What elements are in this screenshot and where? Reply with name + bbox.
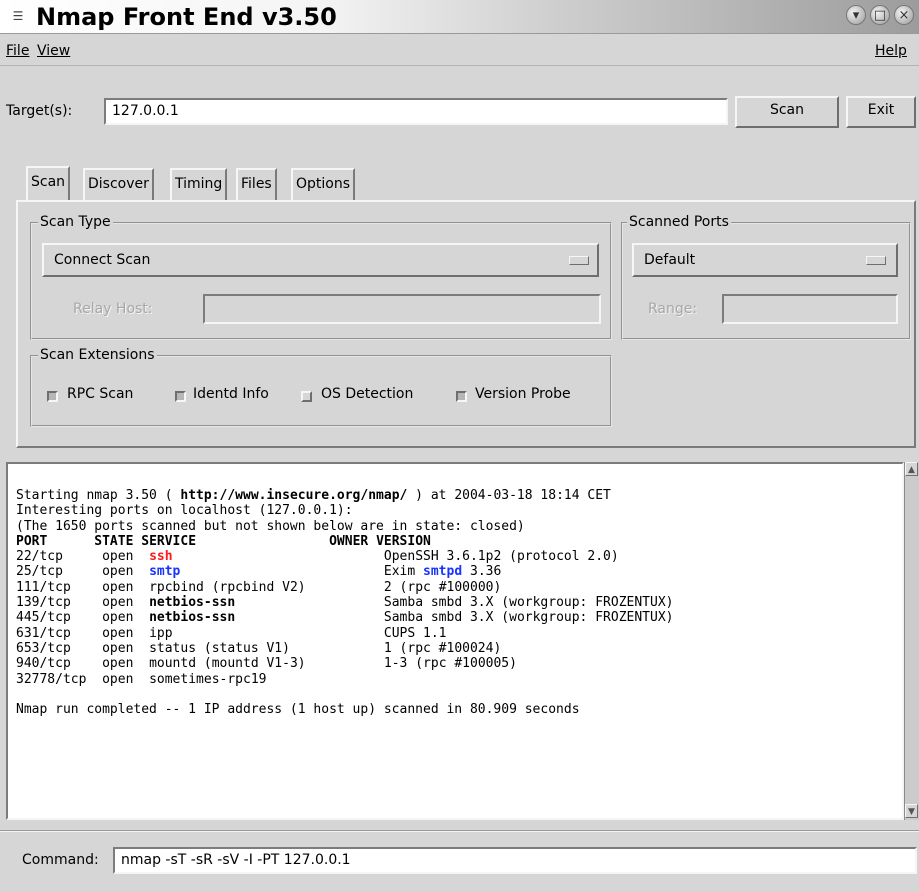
relay-host-label: Relay Host: [73,301,153,317]
port-row-25: 25/tcp open smtp Exim smtpd 3.36 [16,564,502,580]
port-row-22: 22/tcp open ssh OpenSSH 3.6.1p2 (protoco… [16,549,619,565]
tab-files[interactable]: Files [236,168,277,201]
target-label: Target(s): [6,103,73,119]
port-row-631: 631/tcp open ipp CUPS 1.1 [16,625,447,641]
output-area[interactable]: Starting nmap 3.50 ( http://www.insecure… [6,462,904,820]
output-interesting-line: Interesting ports on localhost (127.0.0.… [16,503,353,519]
scanned-ports-value: Default [644,252,696,268]
title-bar[interactable]: ☰ Nmap Front End v3.50 ▾ □ × [0,0,919,34]
relay-host-input[interactable] [203,294,601,324]
output-not-shown-line: (The 1650 ports scanned but not shown be… [16,518,525,534]
exit-button[interactable]: Exit [846,96,916,128]
os-detection-label[interactable]: OS Detection [321,386,413,402]
output-completed-line: Nmap run completed -- 1 IP address (1 ho… [16,702,580,718]
scan-extensions-title: Scan Extensions [38,347,157,363]
output-text: Starting nmap 3.50 ( http://www.insecure… [8,464,902,717]
identd-info-checkbox[interactable] [175,391,186,402]
tab-options[interactable]: Options [291,168,356,201]
tab-discover[interactable]: Discover [83,168,154,201]
maximize-icon[interactable]: □ [870,5,890,25]
scan-type-title: Scan Type [38,214,113,230]
menu-help[interactable]: Help [875,43,907,59]
rpc-scan-checkbox[interactable] [47,391,58,402]
identd-info-label[interactable]: Identd Info [193,386,269,402]
minimize-icon[interactable]: ▾ [846,5,866,25]
dropdown-indicator-icon [866,256,886,265]
window-title: Nmap Front End v3.50 [36,3,337,31]
scroll-down-icon[interactable]: ▼ [905,804,918,818]
port-row-32778: 32778/tcp open sometimes-rpc19 [16,671,267,687]
scanned-ports-title: Scanned Ports [627,214,731,230]
command-label: Command: [22,852,99,868]
output-scrollbar[interactable]: ▲ ▼ [904,462,919,820]
output-header: PORT STATE SERVICE OWNER VERSION [16,533,431,549]
port-row-111: 111/tcp open rpcbind (rpcbind V2) 2 (rpc… [16,579,502,595]
dropdown-indicator-icon [569,256,589,265]
scan-type-value: Connect Scan [54,252,151,268]
version-probe-label[interactable]: Version Probe [475,386,571,402]
port-row-445: 445/tcp open netbios-ssn Samba smbd 3.X … [16,610,674,626]
range-label: Range: [648,301,698,317]
scan-type-select[interactable]: Connect Scan [42,243,599,277]
close-icon[interactable]: × [894,5,914,25]
scroll-up-icon[interactable]: ▲ [905,462,918,476]
port-row-139: 139/tcp open netbios-ssn Samba smbd 3.X … [16,595,674,611]
tab-timing[interactable]: Timing [170,168,228,201]
menu-view[interactable]: View [37,43,70,59]
target-input[interactable]: 127.0.0.1 [104,98,728,125]
port-row-653: 653/tcp open status (status V1) 1 (rpc #… [16,640,502,656]
window-menu-icon[interactable]: ☰ [10,9,26,23]
command-input[interactable]: nmap -sT -sR -sV -I -PT 127.0.0.1 [113,847,917,874]
output-start-line: Starting nmap 3.50 ( http://www.insecure… [16,488,611,503]
range-input[interactable] [722,294,898,324]
os-detection-checkbox[interactable] [301,391,312,402]
nmap-url-link[interactable]: http://www.insecure.org/nmap/ [180,488,407,503]
rpc-scan-label[interactable]: RPC Scan [67,386,133,402]
separator [0,830,919,832]
version-probe-checkbox[interactable] [456,391,467,402]
scan-button[interactable]: Scan [735,96,839,128]
menu-bar: File View Help [0,34,919,66]
tab-scan[interactable]: Scan [26,166,71,200]
scanned-ports-select[interactable]: Default [632,243,898,277]
menu-file[interactable]: File [6,43,29,59]
port-row-940: 940/tcp open mountd (mountd V1-3) 1-3 (r… [16,656,517,672]
